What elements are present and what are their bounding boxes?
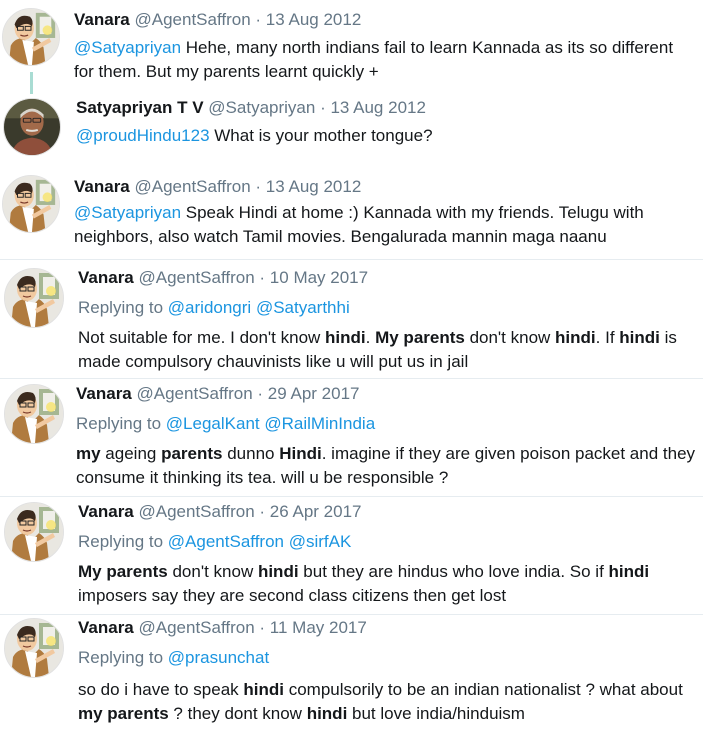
replying-to-label: Replying to [78,298,164,317]
highlighted-keyword: My parents [375,328,465,347]
highlighted-keyword: parents [161,444,223,463]
tweet[interactable]: Vanara @AgentSaffron · 13 Aug 2012 @Saty… [0,6,703,81]
replying-to: Replying to @prasunchat [78,646,695,670]
text-fragment: but they are hindus who love india. So i… [298,562,609,581]
cartoon-man-icon [5,269,63,327]
author-name[interactable]: Satyapriyan T V [76,98,204,117]
text-fragment: imposers say they are second class citiz… [78,586,507,605]
text-fragment: so do i have to speak [78,680,244,699]
tweet-date[interactable]: · 13 Aug 2012 [255,177,361,196]
cartoon-man-avatar[interactable] [4,502,64,562]
replying-to-label: Replying to [76,414,162,433]
tweet[interactable]: Satyapriyan T V @Satyapriyan · 13 Aug 20… [0,94,703,174]
mention-link[interactable]: @proudHindu123 [76,126,210,145]
reply-mention-link[interactable]: @aridongri [168,298,251,317]
text-fragment: but love india/hinduism [347,704,525,723]
cartoon-man-avatar[interactable] [2,175,60,233]
tweet[interactable]: Vanara @AgentSaffron · 10 May 2017 Reply… [0,264,703,378]
divider [0,496,703,497]
highlighted-keyword: hindi [325,328,366,347]
text-fragment: ageing [100,444,162,463]
cartoon-man-avatar[interactable] [4,268,64,328]
author-name[interactable]: Vanara [78,268,134,287]
highlighted-keyword: hindi [619,328,660,347]
author-handle[interactable]: @AgentSaffron [139,618,255,637]
text-fragment: . [365,328,376,347]
reply-mention-link[interactable]: @Satyarthhi [256,298,350,317]
replying-to-label: Replying to [78,532,164,551]
tweet-text: Not suitable for me. I don't know hindi.… [78,326,698,374]
highlighted-keyword: hindi [306,704,348,723]
cartoon-man-avatar[interactable] [4,618,64,678]
highlighted-keyword: hindi [243,680,284,699]
tweet-text: @Satyapriyan Speak Hindi at home :) Kann… [74,201,694,249]
tweet-text: @Satyapriyan Hehe, many north indians fa… [74,36,694,84]
replying-to: Replying to @aridongri @Satyarthhi [78,296,695,320]
tweet-date[interactable]: · 10 May 2017 [259,268,368,287]
author-handle[interactable]: @AgentSaffron [135,177,251,196]
divider [0,259,703,260]
highlighted-keyword: hindi [555,328,596,347]
cartoon-man-icon [5,619,63,677]
cartoon-man-icon [5,503,63,561]
text-fragment: What is your mother tongue? [209,126,433,145]
text-fragment: . If [595,328,620,347]
cartoon-man-avatar[interactable] [2,8,60,66]
author-handle[interactable]: @AgentSaffron [135,10,251,29]
tweet-text: so do i have to speak hindi compulsorily… [78,678,700,726]
photo-man-avatar[interactable] [3,98,61,156]
tweet-date[interactable]: · 13 Aug 2012 [255,10,361,29]
tweet[interactable]: Vanara @AgentSaffron · 29 Apr 2017 Reply… [0,380,703,496]
tweet-date[interactable]: · 26 Apr 2017 [259,502,361,521]
text-fragment: dunno [222,444,280,463]
thread-connector [30,72,33,94]
tweet-date[interactable]: · 13 Aug 2012 [320,98,426,117]
tweet-text: My parents don't know hindi but they are… [78,560,698,608]
highlighted-keyword: My parents [78,562,168,581]
tweet[interactable]: Vanara @AgentSaffron · 11 May 2017 Reply… [0,614,703,740]
divider [0,378,703,379]
highlighted-keyword: my [76,444,101,463]
author-handle[interactable]: @AgentSaffron [139,268,255,287]
tweet[interactable]: Vanara @AgentSaffron · 13 Aug 2012 @Saty… [0,173,703,259]
cartoon-man-icon [3,176,59,232]
highlighted-keyword: Hindi [279,444,322,463]
tweet-text: my ageing parents dunno Hindi. imagine i… [76,442,696,490]
highlighted-keyword: hindi [257,562,299,581]
text-fragment: ? they dont know [168,704,307,723]
photo-man-icon [4,99,60,155]
author-handle[interactable]: @Satyapriyan [208,98,315,117]
text-fragment: don't know [464,328,556,347]
mention-link[interactable]: @Satyapriyan [74,203,181,222]
reply-mention-link[interactable]: @sirfAK [289,532,352,551]
reply-mention-link[interactable]: @LegalKant [166,414,260,433]
cartoon-man-icon [3,9,59,65]
replying-to-label: Replying to [78,648,164,667]
tweet-date[interactable]: · 29 Apr 2017 [257,384,359,403]
tweet[interactable]: Vanara @AgentSaffron · 26 Apr 2017 Reply… [0,498,703,614]
highlighted-keyword: hindi [608,562,650,581]
tweet-date[interactable]: · 11 May 2017 [259,618,366,637]
text-fragment: don't know [167,562,258,581]
author-name[interactable]: Vanara [78,618,134,637]
mention-link[interactable]: @Satyapriyan [74,38,181,57]
reply-mention-link[interactable]: @prasunchat [168,648,269,667]
replying-to: Replying to @AgentSaffron @sirfAK [78,530,695,554]
cartoon-man-icon [5,385,63,443]
author-name[interactable]: Vanara [74,10,130,29]
reply-mention-link[interactable]: @AgentSaffron [168,532,284,551]
author-name[interactable]: Vanara [74,177,130,196]
author-name[interactable]: Vanara [76,384,132,403]
reply-mention-link[interactable]: @RailMinIndia [264,414,375,433]
replying-to: Replying to @LegalKant @RailMinIndia [76,412,695,436]
author-handle[interactable]: @AgentSaffron [139,502,255,521]
tweet-text: @proudHindu123 What is your mother tongu… [76,124,691,148]
author-handle[interactable]: @AgentSaffron [137,384,253,403]
text-fragment: compulsorily to be an indian nationalist… [284,680,683,699]
highlighted-keyword: my parents [78,704,169,723]
cartoon-man-avatar[interactable] [4,384,64,444]
author-name[interactable]: Vanara [78,502,134,521]
text-fragment: Not suitable for me. I don't know [78,328,326,347]
